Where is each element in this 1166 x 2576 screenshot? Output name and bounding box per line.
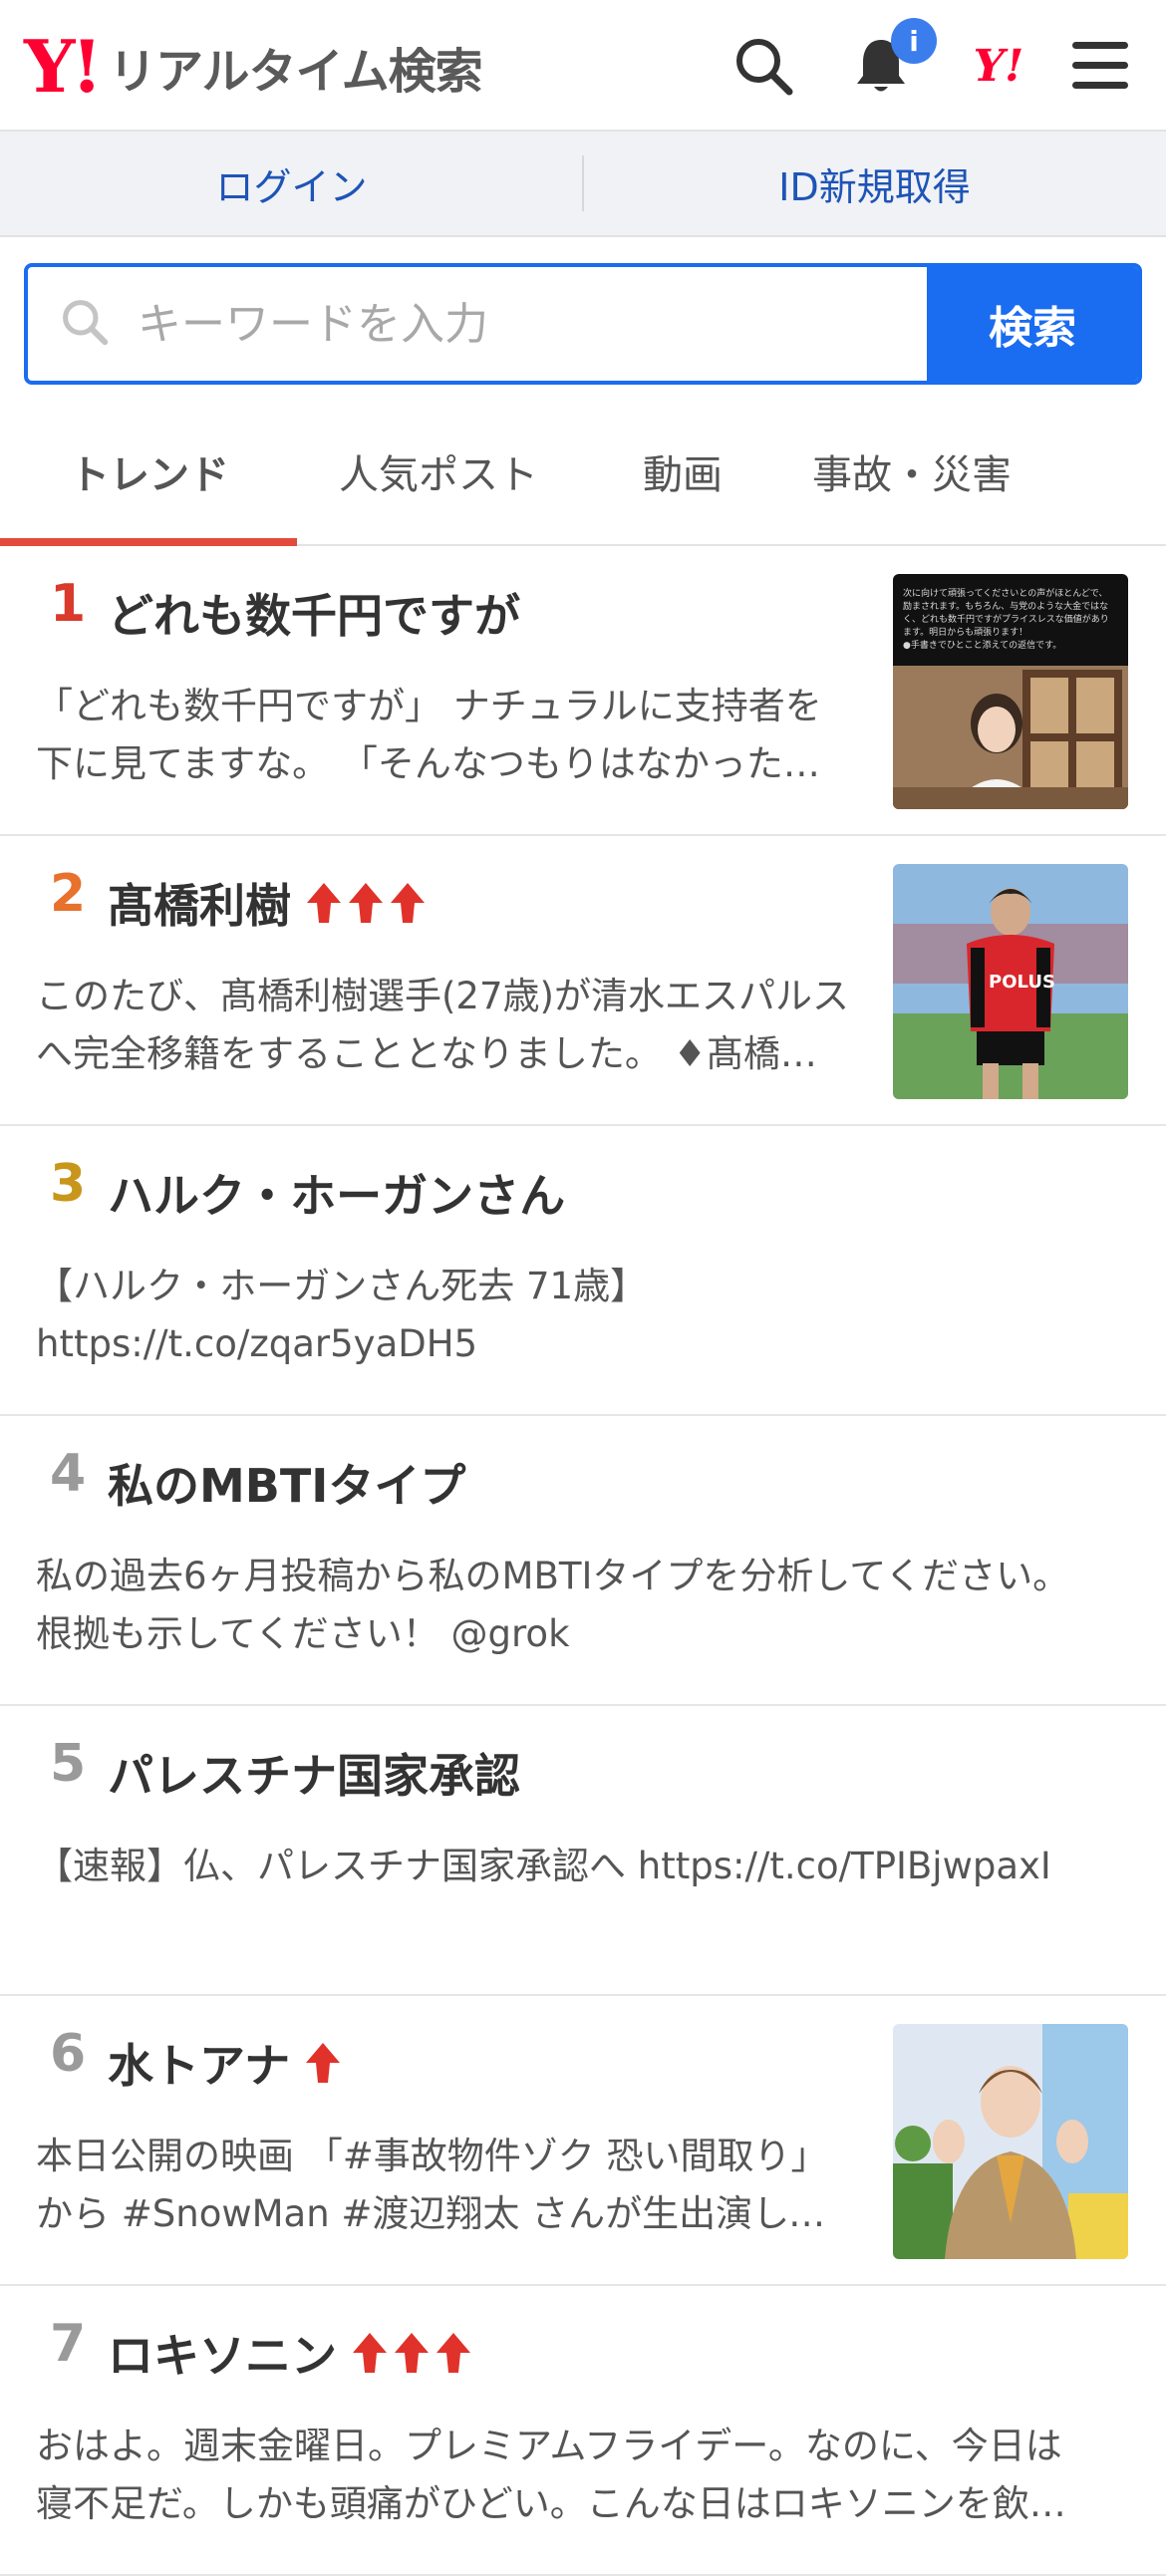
trend-description: おはよ。週末金曜日。プレミアムフライデー。なのに、今日は寝不足だ。しかも頭痛がひ… — [36, 2425, 1066, 2525]
up-arrow-icon — [307, 883, 341, 923]
trend-up-arrows — [305, 881, 427, 925]
up-arrow-icon — [353, 2333, 387, 2373]
trend-title-row: 私のMBTIタイプ — [108, 1450, 465, 1516]
trend-title-row: ハルク・ホーガンさん — [108, 1160, 565, 1226]
tab-videos[interactable]: 動画 — [588, 399, 777, 544]
yahoo-logo: Y! — [24, 24, 103, 109]
trend-title-row: どれも数千円ですが — [108, 580, 520, 646]
trend-rank: 3 — [50, 1154, 87, 1214]
thumb-caption-line: ます。明日からも頑張ります！ — [903, 627, 1027, 638]
trend-thumbnail[interactable]: POLUS — [893, 864, 1128, 1099]
page-title: リアルタイム検索 — [109, 44, 483, 100]
search-field-icon — [58, 295, 112, 353]
tab-popular-posts[interactable]: 人気ポスト — [289, 399, 588, 544]
trend-title: パレスチナ国家承認 — [108, 1749, 520, 1803]
trend-up-arrows — [351, 2331, 472, 2375]
trend-rank: 5 — [50, 1734, 87, 1794]
trend-item[interactable]: 5 パレスチナ国家承認 【速報】仏、パレスチナ国家承認へ https://t.c… — [0, 1706, 1166, 1996]
trend-item[interactable]: 7 ロキソニン おはよ。週末金曜日。プレミアムフライデー。なのに、今日は寝不足だ… — [0, 2286, 1166, 2576]
trend-rank: 1 — [50, 574, 87, 634]
trend-item[interactable]: 6 水トアナ 本日公開の映画 「#事故物件ゾク 恐い間取り」から #SnowMa… — [0, 1996, 1166, 2286]
app-header: Y! リアルタイム検索 i Y! — [0, 0, 1166, 132]
yahoo-logo-icon[interactable]: Y! — [963, 30, 1034, 102]
tab-bar: トレンド 人気ポスト 動画 事故・災害 — [0, 399, 1166, 546]
up-arrow-icon — [395, 2333, 429, 2373]
search-button[interactable]: 検索 — [927, 267, 1138, 381]
trend-up-arrows — [304, 2041, 342, 2085]
trend-title: 水トアナ — [108, 2039, 291, 2093]
up-arrow-icon — [349, 883, 383, 923]
trend-title-row: 髙橋利樹 — [108, 870, 427, 936]
trend-rank: 7 — [50, 2314, 87, 2374]
trend-item[interactable]: 2 髙橋利樹 このたび、髙橋利樹選手(27歳)が清水エスパルスへ完全移籍をするこ… — [0, 836, 1166, 1126]
trend-rank: 2 — [50, 864, 87, 924]
thumb-caption-line: 励まされます。もちろん、与党のような大金ではな — [903, 600, 1108, 612]
trend-item[interactable]: 1 どれも数千円ですが 「どれも数千円ですが」 ナチュラルに支持者を下に見てます… — [0, 546, 1166, 836]
trend-thumbnail[interactable] — [893, 2024, 1128, 2259]
trend-thumbnail[interactable]: 次に向けて頑張ってくださいとの声がほとんどで、 励まされます。もちろん、与党のよ… — [893, 574, 1128, 809]
trend-description: 私の過去6ヶ月投稿から私のMBTIタイプを分析してください。根拠も示してください… — [36, 1555, 1070, 1655]
search-bar: 検索 — [24, 263, 1142, 385]
trend-title: ハルク・ホーガンさん — [108, 1169, 566, 1223]
trend-item[interactable]: 3 ハルク・ホーガンさん 【ハルク・ホーガンさん死去 71歳】 https://… — [0, 1126, 1166, 1416]
trend-title-row: パレスチナ国家承認 — [108, 1740, 520, 1806]
up-arrow-icon — [306, 2043, 341, 2083]
register-link[interactable]: ID新規取得 — [583, 132, 1166, 235]
trend-item[interactable]: 4 私のMBTIタイプ 私の過去6ヶ月投稿から私のMBTIタイプを分析してくださ… — [0, 1416, 1166, 1706]
login-link[interactable]: ログイン — [0, 132, 583, 235]
trend-description: 本日公開の映画 「#事故物件ゾク 恐い間取り」から #SnowMan #渡辺翔太… — [36, 2135, 828, 2235]
login-bar: ログイン ID新規取得 — [0, 132, 1166, 237]
trend-title-row: ロキソニン — [108, 2320, 472, 2386]
bell-icon[interactable]: i — [845, 18, 937, 102]
thumb-caption-line: く、どれも数千円ですがプライスレスな価値があり — [903, 613, 1109, 625]
site-logo[interactable]: Y! リアルタイム検索 — [24, 24, 483, 109]
trend-title-row: 水トアナ — [108, 2030, 342, 2096]
trend-list: 1 どれも数千円ですが 「どれも数千円ですが」 ナチュラルに支持者を下に見てます… — [0, 546, 1166, 2576]
trend-title: 私のMBTIタイプ — [108, 1459, 466, 1513]
login-divider — [582, 155, 584, 211]
trend-description: 「どれも数千円ですが」 ナチュラルに支持者を下に見てますな。 「そんなつもりはな… — [36, 685, 822, 785]
notification-badge: i — [891, 18, 937, 64]
yahoo-mini-logo-text: Y! — [973, 40, 1024, 92]
tab-accidents-disasters[interactable]: 事故・災害 — [777, 399, 1046, 544]
trend-rank: 6 — [50, 2024, 87, 2084]
thumb-caption-line: ●手書きでひとこと添えての返信です。 — [903, 639, 1061, 651]
trend-description: このたび、髙橋利樹選手(27歳)が清水エスパルスへ完全移籍をすることとなりました… — [36, 975, 849, 1075]
trend-title: どれも数千円ですが — [108, 589, 520, 643]
tab-trend[interactable]: トレンド — [0, 399, 297, 546]
trend-description: 【ハルク・ホーガンさん死去 71歳】 https://t.co/zqar5yaD… — [36, 1265, 648, 1365]
trend-description: 【速報】仏、パレスチナ国家承認へ https://t.co/TPIBjwpaxI — [36, 1845, 1051, 1887]
up-arrow-icon — [391, 883, 425, 923]
trend-title: 髙橋利樹 — [108, 879, 291, 933]
search-icon[interactable] — [728, 30, 799, 102]
search-field[interactable] — [28, 267, 927, 381]
search-input[interactable] — [136, 297, 927, 351]
up-arrow-icon — [437, 2333, 470, 2373]
thumb-caption-line: 次に向けて頑張ってくださいとの声がほとんどで、 — [903, 587, 1107, 599]
menu-icon[interactable] — [1064, 30, 1136, 102]
trend-title: ロキソニン — [108, 2329, 337, 2383]
thumb-jersey-text: POLUS — [989, 972, 1055, 993]
trend-rank: 4 — [50, 1444, 87, 1504]
